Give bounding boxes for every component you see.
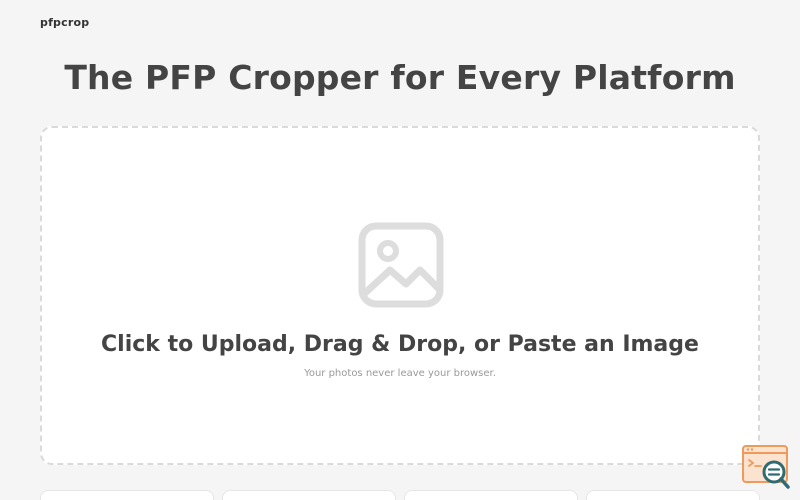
platform-cards — [40, 490, 760, 500]
upload-dropzone[interactable]: Click to Upload, Drag & Drop, or Paste a… — [40, 126, 760, 465]
platform-card[interactable] — [404, 490, 578, 500]
search-bug-icon[interactable] — [741, 444, 791, 490]
upload-title: Click to Upload, Drag & Drop, or Paste a… — [101, 332, 699, 357]
page-title: The PFP Cropper for Every Platform — [64, 58, 736, 97]
platform-card[interactable] — [586, 490, 760, 500]
platform-card[interactable] — [222, 490, 396, 500]
upload-subtitle: Your photos never leave your browser. — [304, 368, 496, 379]
platform-card[interactable] — [40, 490, 214, 500]
image-icon — [358, 222, 444, 308]
page: pfpcrop The PFP Cropper for Every Platfo… — [0, 0, 800, 500]
logo[interactable]: pfpcrop — [40, 16, 89, 29]
